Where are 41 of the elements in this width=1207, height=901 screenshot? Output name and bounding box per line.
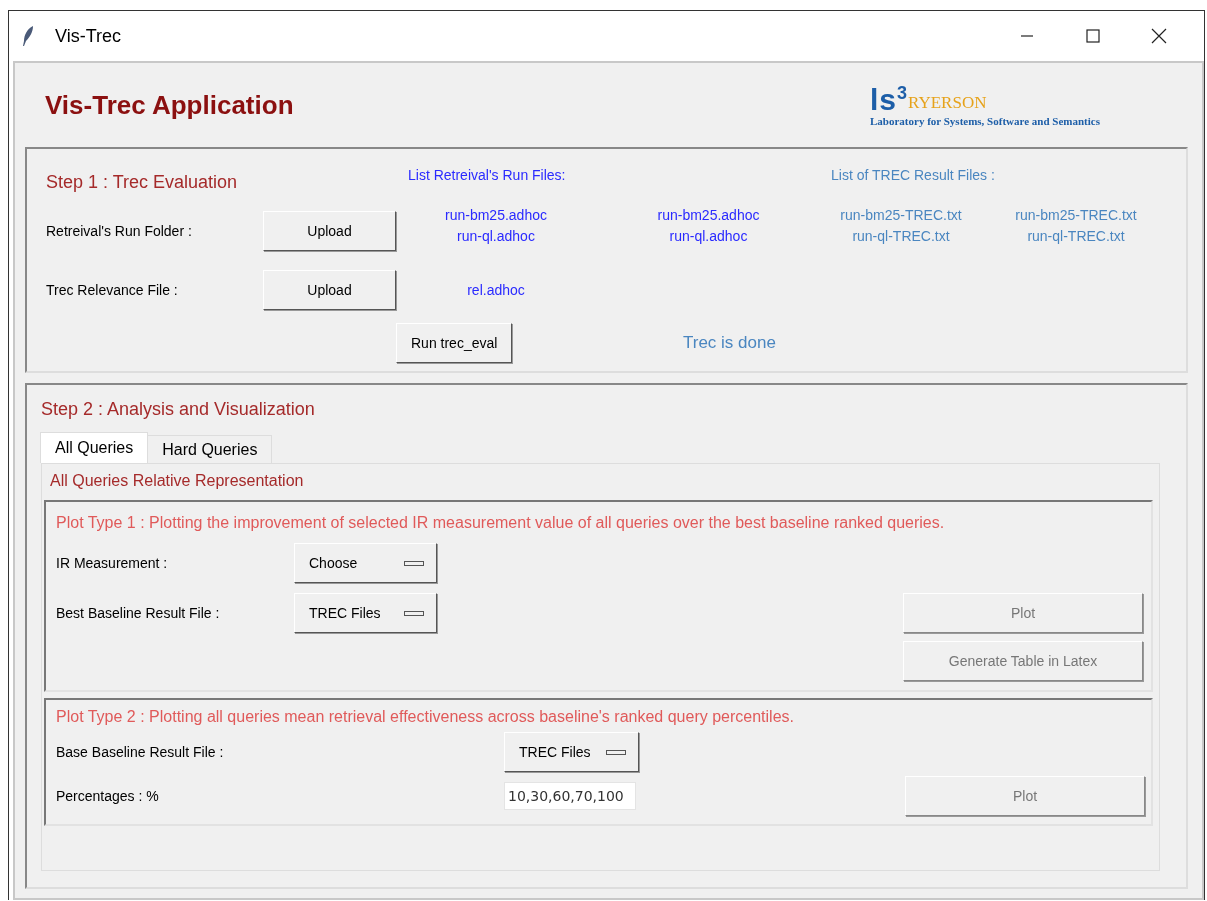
tab[interactable]: Hard Queries [147,435,273,463]
tab[interactable]: All Queries [40,432,149,463]
relevance-file-name: rel.adhoc [467,280,525,300]
run-file-name: run-ql.adhoc [669,227,748,246]
percentages-field[interactable]: 10,30,60,70,100 [504,782,636,810]
plot-description: Plot Type 2 : Plotting all queries mean retrieval effectiveness across baseline's ranked query percentiles. [56,708,794,725]
feather-icon [21,25,35,47]
option-menu[interactable]: Choose [294,543,437,583]
result-file-name: run-bm25-TREC.txt [840,206,962,225]
window-title: Vis-Trec [55,25,122,47]
section-title: Step 1 : Trec Evaluation [46,171,239,193]
result-file-name: run-ql-TREC.txt [852,227,950,246]
plot-description: Plot Type 1 : Plotting the improvement of selected IR measurement value of all queries over the best baseline ranked queries. [56,514,945,531]
upload-button[interactable]: Upload [263,211,396,251]
menu-indicator-icon [404,560,424,566]
result-files-heading: List of TREC Result Files : [830,167,996,183]
menu-indicator-icon [606,749,626,755]
run-files-heading: List Retreival's Run Files: [407,167,567,183]
field-label: Trec Relevance File : [46,282,179,298]
logo-name: RYERSON [908,92,987,113]
field-label: IR Measurement : [56,555,169,571]
result-file-name: run-bm25-TREC.txt [1015,206,1137,225]
section-title: Step 2 : Analysis and Visualization [41,399,316,420]
app-title: Vis-Trec Application [45,89,294,121]
field-label: Retreival's Run Folder : [46,223,193,239]
run-file-name: run-bm25.adhoc [657,206,760,225]
result-file-name: run-ql-TREC.txt [1027,227,1125,246]
panel-title: All Queries Relative Representation [49,472,305,490]
upload-button[interactable]: Upload [263,270,396,310]
run-file-name: run-ql.adhoc [457,227,535,246]
status-text: Trec is done [682,333,777,353]
field-label: Percentages : % [56,788,160,804]
logo-subtitle: Laboratory for Systems, Software and Semantics [870,114,1101,127]
run-file-name: run-bm25.adhoc [445,206,547,225]
option-menu[interactable]: TREC Files [294,593,437,633]
run-button[interactable]: Run trec_eval [396,323,513,363]
field-label: Base Baseline Result File : [56,744,225,760]
menu-indicator-icon [404,610,424,616]
option-menu[interactable]: TREC Files [504,732,639,772]
field-label: Best Baseline Result File : [56,605,221,621]
logo-mark: ls$^{3}$ [870,83,909,115]
